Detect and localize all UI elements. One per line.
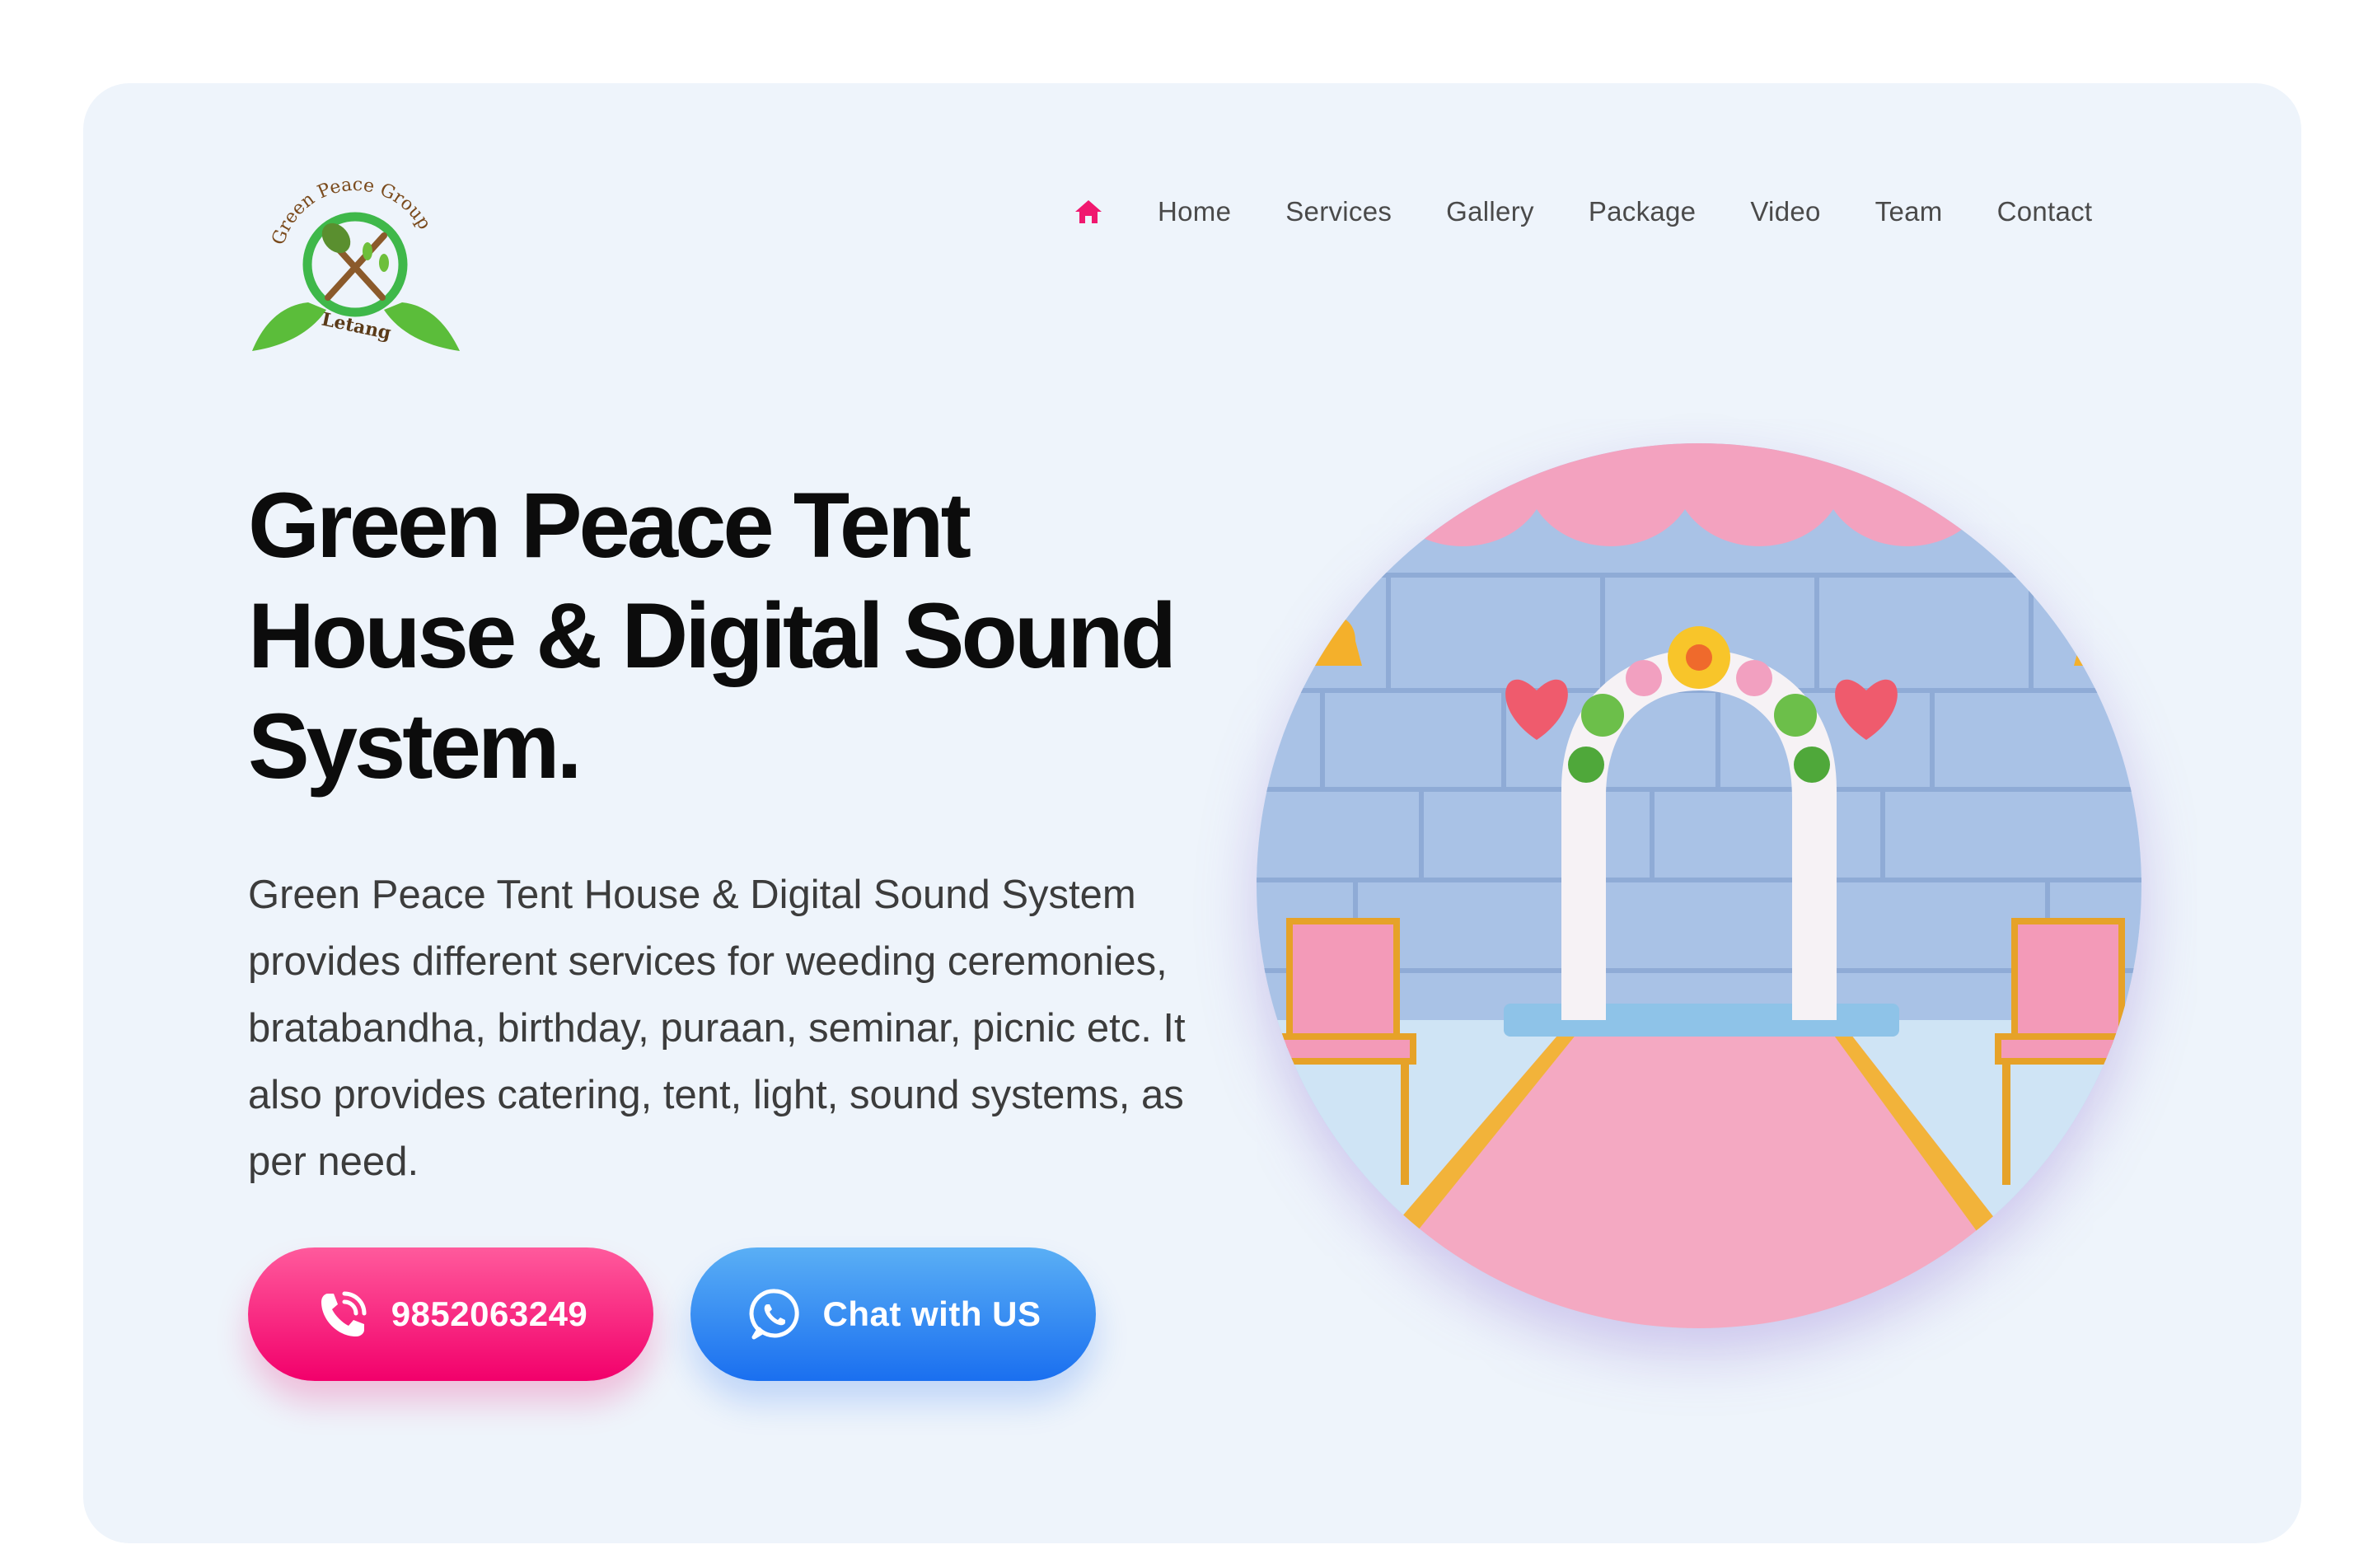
- nav-contact[interactable]: Contact: [1997, 196, 2093, 227]
- whatsapp-icon: [746, 1285, 805, 1344]
- svg-text:Green Peace Group: Green Peace Group: [269, 175, 435, 248]
- call-button[interactable]: 9852063249: [248, 1247, 653, 1381]
- hero-card: Green Peace Group Letang Home Services G…: [83, 83, 2301, 1543]
- nav-video[interactable]: Video: [1750, 196, 1820, 227]
- home-icon[interactable]: [1072, 195, 1105, 228]
- hero-title: Green Peace Tent House & Digital Sound S…: [248, 474, 1177, 798]
- nav-home[interactable]: Home: [1158, 196, 1231, 227]
- nav-services[interactable]: Services: [1285, 196, 1392, 227]
- nav-team[interactable]: Team: [1875, 196, 1943, 227]
- main-nav: Home Services Gallery Package Video Team…: [1072, 195, 2117, 228]
- whatsapp-chat-button[interactable]: Chat with US: [690, 1247, 1096, 1381]
- chat-button-label: Chat with US: [822, 1294, 1041, 1333]
- green-peace-logo-icon: Green Peace Group Letang: [252, 175, 460, 351]
- call-button-label: 9852063249: [391, 1294, 588, 1333]
- nav-gallery[interactable]: Gallery: [1446, 196, 1534, 227]
- phone-call-icon: [314, 1285, 373, 1344]
- logo[interactable]: Green Peace Group Letang: [244, 141, 466, 355]
- hero-description: Green Peace Tent House & Digital Sound S…: [248, 873, 1186, 1184]
- logo-arc-text: Green Peace Group: [269, 175, 435, 248]
- hero-image: [1257, 443, 2141, 1328]
- nav-package[interactable]: Package: [1589, 196, 1697, 227]
